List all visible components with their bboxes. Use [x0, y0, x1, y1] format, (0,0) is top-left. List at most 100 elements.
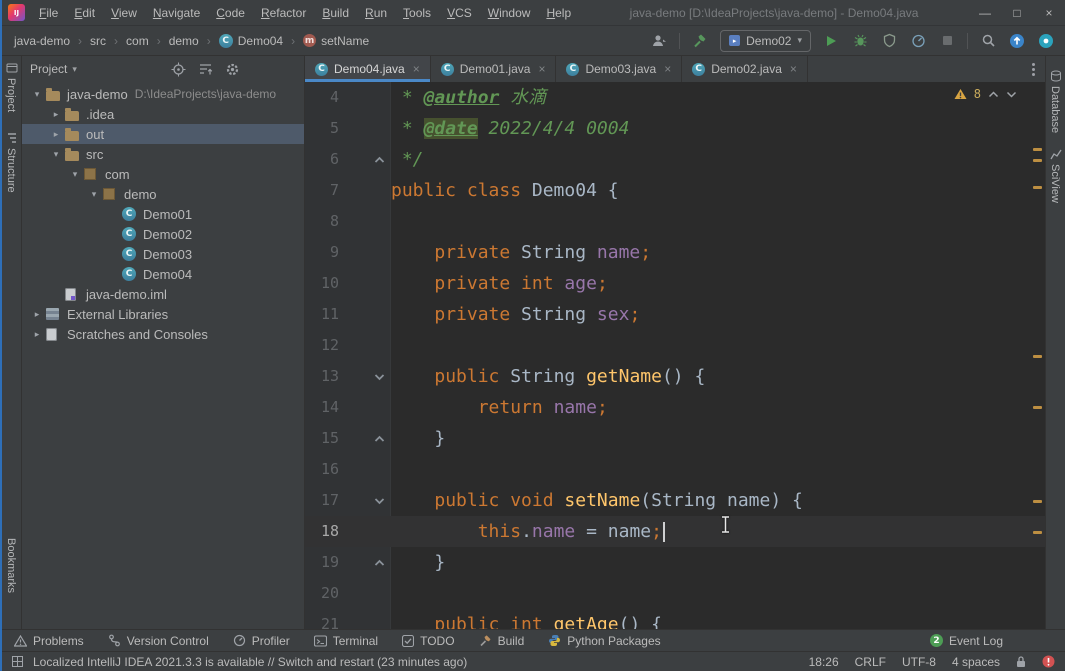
- tab-options-icon[interactable]: [1022, 56, 1045, 82]
- tree-item-java-demo-iml[interactable]: java-demo.iml: [22, 284, 304, 304]
- run-icon[interactable]: [822, 32, 840, 50]
- tree-item-demo04[interactable]: C Demo04: [22, 264, 304, 284]
- build-hammer-icon[interactable]: [691, 32, 709, 50]
- line-number[interactable]: 7: [305, 175, 349, 206]
- tool-stripe-project[interactable]: Project: [5, 78, 17, 112]
- line-number[interactable]: 14: [305, 392, 349, 423]
- tree-item-demo01[interactable]: C Demo01: [22, 204, 304, 224]
- tree-item-com[interactable]: ▾ com: [22, 164, 304, 184]
- tree-item-java-demo[interactable]: ▾ java-demo D:\IdeaProjects\java-demo: [22, 84, 304, 104]
- line-number[interactable]: 19: [305, 547, 349, 578]
- breadcrumb-item-demo04[interactable]: C Demo04: [217, 32, 285, 50]
- code-line-19[interactable]: 19 }: [305, 547, 1045, 578]
- collapse-all-icon[interactable]: [198, 62, 213, 77]
- maximize-icon[interactable]: □: [1001, 0, 1033, 25]
- chevron-right-icon[interactable]: ▸: [28, 309, 46, 320]
- code-line-18[interactable]: 18 this.name = name;: [305, 516, 1045, 547]
- code-line-14[interactable]: 14 return name;: [305, 392, 1045, 423]
- fold-down-icon[interactable]: [349, 361, 391, 392]
- coverage-icon[interactable]: [880, 32, 898, 50]
- line-separator[interactable]: CRLF: [855, 655, 886, 669]
- profiler-icon[interactable]: [909, 32, 927, 50]
- next-warning-icon[interactable]: [1006, 91, 1017, 98]
- line-number[interactable]: 11: [305, 299, 349, 330]
- close-icon[interactable]: ×: [664, 62, 671, 76]
- chevron-down-icon[interactable]: ▾: [47, 149, 65, 160]
- tool-stripe-sciview[interactable]: SciView: [1049, 164, 1061, 203]
- breadcrumb-item-demo[interactable]: demo: [167, 32, 201, 50]
- code-editor[interactable]: 4 * @author 水滴 5 * @date 2022/4/4 0004 6 *…: [305, 82, 1045, 629]
- fold-down-icon[interactable]: [349, 485, 391, 516]
- menu-run[interactable]: Run: [357, 3, 395, 23]
- update-available-icon[interactable]: [1008, 32, 1026, 50]
- chevron-down-icon[interactable]: ▾: [85, 189, 103, 200]
- code-line-9[interactable]: 9 private String name;: [305, 237, 1045, 268]
- locate-file-icon[interactable]: [171, 62, 186, 77]
- settings-sync-icon[interactable]: [1037, 32, 1055, 50]
- tool-button-profiler[interactable]: Profiler: [233, 634, 290, 648]
- tool-stripe-bookmarks[interactable]: Bookmarks: [5, 538, 17, 593]
- code-line-5[interactable]: 5 * @date 2022/4/4 0004: [305, 113, 1045, 144]
- inspections-widget[interactable]: 8: [954, 87, 1017, 101]
- menu-view[interactable]: View: [103, 3, 145, 23]
- line-number[interactable]: 17: [305, 485, 349, 516]
- line-number[interactable]: 16: [305, 454, 349, 485]
- chevron-down-icon[interactable]: ▾: [66, 169, 84, 180]
- tree-item-demo03[interactable]: C Demo03: [22, 244, 304, 264]
- fold-up-icon[interactable]: [349, 144, 391, 175]
- project-toolwindow-icon[interactable]: [6, 62, 18, 74]
- settings-gear-icon[interactable]: [225, 62, 240, 77]
- sciview-toolwindow-icon[interactable]: [1050, 148, 1062, 160]
- chevron-right-icon[interactable]: ▸: [47, 129, 65, 140]
- menu-window[interactable]: Window: [480, 3, 539, 23]
- tree-item-scratches-and-consoles[interactable]: ▸ Scratches and Consoles: [22, 324, 304, 344]
- breadcrumb-item-setname[interactable]: m setName: [301, 32, 371, 50]
- line-number[interactable]: 5: [305, 113, 349, 144]
- code-line-21[interactable]: 21 public int getAge() {: [305, 609, 1045, 629]
- code-line-6[interactable]: 6 */: [305, 144, 1045, 175]
- tab-demo02-java[interactable]: C Demo02.java ×: [682, 56, 808, 82]
- tool-button-python-packages[interactable]: Python Packages: [548, 634, 661, 648]
- tool-button-version-control[interactable]: Version Control: [108, 634, 209, 648]
- line-number[interactable]: 8: [305, 206, 349, 237]
- prev-warning-icon[interactable]: [988, 90, 999, 98]
- search-everywhere-icon[interactable]: [979, 32, 997, 50]
- tab-demo03-java[interactable]: C Demo03.java ×: [556, 56, 683, 82]
- code-line-10[interactable]: 10 private int age;: [305, 268, 1045, 299]
- tree-item-demo[interactable]: ▾ demo: [22, 184, 304, 204]
- event-log-button[interactable]: 2 Event Log: [929, 634, 1003, 648]
- code-line-4[interactable]: 4 * @author 水滴: [305, 82, 1045, 113]
- code-line-12[interactable]: 12: [305, 330, 1045, 361]
- code-line-20[interactable]: 20: [305, 578, 1045, 609]
- tab-demo04-java[interactable]: C Demo04.java ×: [305, 56, 431, 82]
- menu-navigate[interactable]: Navigate: [145, 3, 208, 23]
- menu-tools[interactable]: Tools: [395, 3, 439, 23]
- fold-up-icon[interactable]: [349, 547, 391, 578]
- close-icon[interactable]: ×: [790, 62, 797, 76]
- menu-edit[interactable]: Edit: [66, 3, 103, 23]
- code-line-7[interactable]: 7 public class Demo04 {: [305, 175, 1045, 206]
- error-stripe[interactable]: [1031, 82, 1045, 629]
- project-view-selector[interactable]: Project ▾: [30, 62, 77, 76]
- tree-item-external-libraries[interactable]: ▸ External Libraries: [22, 304, 304, 324]
- line-number[interactable]: 9: [305, 237, 349, 268]
- code-with-me-icon[interactable]: [650, 32, 668, 50]
- line-number[interactable]: 18: [305, 516, 349, 547]
- menu-build[interactable]: Build: [314, 3, 357, 23]
- line-number[interactable]: 12: [305, 330, 349, 361]
- tool-button-build[interactable]: Build: [479, 634, 524, 648]
- chevron-right-icon[interactable]: ▸: [28, 329, 46, 340]
- database-toolwindow-icon[interactable]: [1050, 70, 1062, 82]
- line-number[interactable]: 15: [305, 423, 349, 454]
- code-line-11[interactable]: 11 private String sex;: [305, 299, 1045, 330]
- indent-style[interactable]: 4 spaces: [952, 655, 1000, 669]
- minimize-icon[interactable]: —: [969, 0, 1001, 25]
- chevron-down-icon[interactable]: ▾: [28, 89, 46, 100]
- run-config-select[interactable]: ▸ Demo02 ▾: [720, 29, 811, 52]
- line-number[interactable]: 13: [305, 361, 349, 392]
- tree-item-src[interactable]: ▾ src: [22, 144, 304, 164]
- menu-code[interactable]: Code: [208, 3, 253, 23]
- menu-refactor[interactable]: Refactor: [253, 3, 314, 23]
- code-line-13[interactable]: 13 public String getName() {: [305, 361, 1045, 392]
- tool-button-terminal[interactable]: Terminal: [313, 634, 378, 648]
